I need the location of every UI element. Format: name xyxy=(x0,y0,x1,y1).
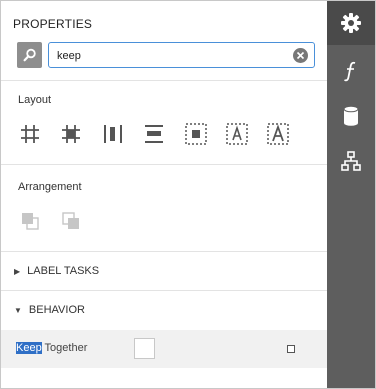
send-to-back-button[interactable] xyxy=(58,208,84,234)
layout-section-label: Layout xyxy=(18,94,52,106)
bring-to-front-icon xyxy=(22,213,39,230)
tab-report-explorer[interactable] xyxy=(327,139,375,183)
distribute-horizontal-button[interactable] xyxy=(100,121,126,147)
property-label-rest: Together xyxy=(41,342,88,354)
bring-to-front-button[interactable] xyxy=(17,208,43,234)
grid-bold-icon xyxy=(62,125,80,143)
distribute-horizontal-icon xyxy=(104,125,122,143)
arrangement-section-label: Arrangement xyxy=(18,181,82,193)
panel-title: PROPERTIES xyxy=(13,17,93,31)
clear-search-button[interactable] xyxy=(293,48,308,63)
behavior-group-label: BEHAVIOR xyxy=(28,304,85,316)
sidebar-tabs xyxy=(327,1,375,388)
search-match-highlight: Keep xyxy=(16,342,42,354)
tab-properties[interactable] xyxy=(327,1,375,45)
divider xyxy=(1,80,327,81)
center-in-container-icon xyxy=(185,123,207,145)
search-input[interactable] xyxy=(57,47,277,64)
close-icon xyxy=(296,51,305,60)
label-tasks-group-label: LABEL TASKS xyxy=(27,265,100,277)
search-field[interactable] xyxy=(48,42,315,68)
search-icon xyxy=(23,48,36,62)
property-label: Keep Together xyxy=(16,342,87,354)
behavior-group-header[interactable]: ▼ BEHAVIOR xyxy=(1,291,327,329)
hierarchy-icon xyxy=(341,151,361,171)
text-box-button[interactable] xyxy=(265,121,291,147)
text-box-icon xyxy=(267,123,289,145)
property-row-keep-together[interactable]: Keep Together xyxy=(1,330,327,368)
label-tasks-group-header[interactable]: ▶ LABEL TASKS xyxy=(1,252,327,290)
keep-together-checkbox[interactable] xyxy=(287,345,295,353)
gear-icon xyxy=(341,13,361,33)
chevron-right-icon: ▶ xyxy=(14,266,21,276)
function-icon xyxy=(344,61,356,82)
property-value-editor[interactable] xyxy=(134,338,155,359)
divider xyxy=(1,164,327,165)
grid-icon xyxy=(21,125,39,143)
distribute-vertical-icon xyxy=(145,125,163,143)
chevron-down-icon: ▼ xyxy=(14,305,22,315)
search-button[interactable] xyxy=(17,42,42,68)
properties-panel: PROPERTIES Layout xyxy=(1,1,327,388)
text-fit-button[interactable] xyxy=(224,121,250,147)
distribute-vertical-button[interactable] xyxy=(141,121,167,147)
database-icon xyxy=(343,105,359,126)
send-to-back-icon xyxy=(62,212,79,229)
grid-button[interactable] xyxy=(17,121,43,147)
center-in-container-button[interactable] xyxy=(183,121,209,147)
grid-bold-button[interactable] xyxy=(58,121,84,147)
text-fit-icon xyxy=(226,123,248,145)
tab-expressions[interactable] xyxy=(327,49,375,93)
tab-data-source[interactable] xyxy=(327,94,375,138)
